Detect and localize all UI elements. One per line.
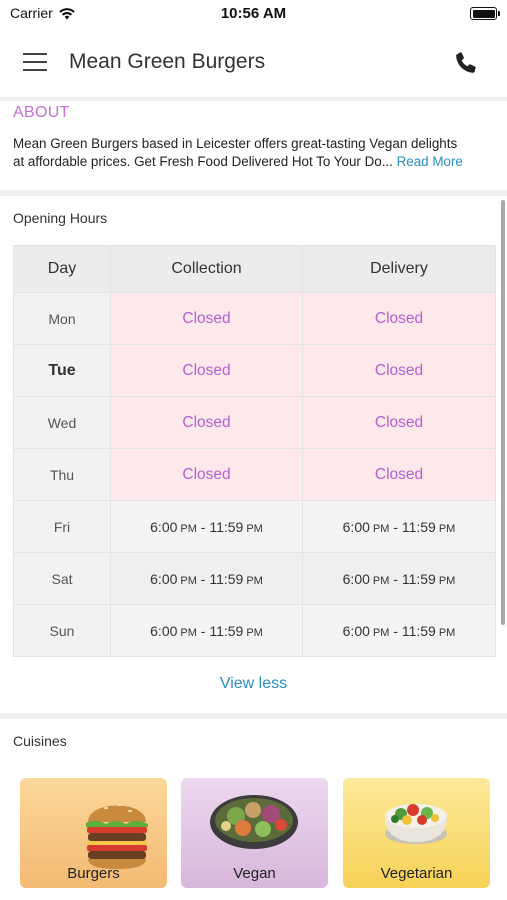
battery-icon (470, 7, 500, 20)
time-end-ampm: PM (438, 574, 456, 587)
table-row: Thu Closed Closed (13, 448, 496, 501)
collection-hours-cell: 6:00 PM - 11:59 PM (110, 552, 303, 605)
table-row: Fri 6:00 PM - 11:59 PM 6:00 PM - 11:59 PM (13, 500, 496, 553)
cuisine-label-vegetarian: Vegetarian (380, 865, 453, 882)
time-separator: - (196, 622, 210, 639)
time-end-ampm: PM (438, 626, 456, 639)
time-start-ampm: PM (180, 574, 197, 587)
cuisine-card-burgers[interactable]: Burgers (20, 778, 167, 888)
time-separator: - (389, 622, 402, 639)
cuisine-label-burgers: Burgers (67, 865, 120, 882)
delivery-closed-cell: Closed (302, 448, 496, 501)
time-start-ampm: PM (180, 626, 197, 639)
cuisine-label-vegan: Vegan (233, 865, 276, 882)
time-separator: - (196, 518, 210, 535)
table-row: Sun 6:00 PM - 11:59 PM 6:00 PM - 11:59 PM (13, 604, 496, 657)
cuisine-card-vegetarian[interactable]: Vegetarian (343, 778, 490, 888)
app-header: Mean Green Burgers (0, 28, 507, 98)
time-start-ampm: PM (372, 626, 390, 639)
table-row: Sat 6:00 PM - 11:59 PM 6:00 PM - 11:59 PM (13, 552, 496, 605)
delivery-closed-cell: Closed (302, 396, 496, 449)
time-start: 6:00 (150, 570, 178, 587)
about-section: ABOUT Mean Green Burgers based in Leices… (0, 100, 507, 190)
delivery-hours-cell: 6:00 PM - 11:59 PM (302, 604, 496, 657)
time-end: 11:59 (401, 518, 436, 535)
status-time: 10:56 AM (220, 5, 287, 22)
collection-closed-cell: Closed (110, 396, 303, 449)
time-start: 6:00 (342, 622, 370, 639)
time-start: 6:00 (342, 570, 370, 587)
time-end: 11:59 (209, 518, 244, 535)
hamburger-menu-icon[interactable] (23, 53, 47, 71)
time-end: 11:59 (401, 570, 436, 587)
time-end: 11:59 (209, 570, 244, 587)
day-cell: Wed (13, 396, 111, 449)
about-description: Mean Green Burgers based in Leicester of… (13, 135, 497, 171)
view-less-link[interactable]: View less (0, 675, 507, 693)
delivery-closed-cell: Closed (302, 292, 496, 345)
time-separator: - (196, 570, 210, 587)
about-ellipsis: ... (381, 154, 393, 169)
day-cell: Tue (13, 344, 111, 397)
day-cell: Sat (13, 552, 111, 605)
about-heading: ABOUT (13, 104, 70, 121)
time-end-ampm: PM (438, 522, 456, 535)
read-more-link[interactable]: Read More (397, 154, 463, 169)
time-end: 11:59 (209, 622, 244, 639)
column-header-delivery: Delivery (302, 245, 496, 293)
hours-divider (0, 713, 507, 719)
delivery-closed-cell: Closed (302, 344, 496, 397)
collection-closed-cell: Closed (110, 344, 303, 397)
day-cell: Thu (13, 448, 111, 501)
day-cell: Sun (13, 604, 111, 657)
about-line-2-text: at affordable prices. Get Fresh Food Del… (13, 154, 382, 169)
collection-closed-cell: Closed (110, 292, 303, 345)
about-divider (0, 190, 507, 196)
time-start-ampm: PM (180, 522, 197, 535)
day-cell: Fri (13, 500, 111, 553)
day-cell: Mon (13, 292, 111, 345)
time-separator: - (389, 570, 402, 587)
table-row: Mon Closed Closed (13, 292, 496, 345)
opening-hours-table: Day Collection Delivery Mon Closed Closed T… (13, 245, 496, 657)
delivery-hours-cell: 6:00 PM - 11:59 PM (302, 552, 496, 605)
time-end-ampm: PM (246, 574, 263, 587)
table-row: Wed Closed Closed (13, 396, 496, 449)
time-end: 11:59 (401, 622, 436, 639)
time-start: 6:00 (150, 622, 178, 639)
collection-hours-cell: 6:00 PM - 11:59 PM (110, 500, 303, 553)
cuisine-card-vegan[interactable]: Vegan (181, 778, 328, 888)
page-title: Mean Green Burgers (69, 50, 266, 73)
status-bar: Carrier 10:56 AM (0, 0, 507, 28)
time-start: 6:00 (150, 518, 178, 535)
time-end-ampm: PM (246, 522, 263, 535)
collection-closed-cell: Closed (110, 448, 303, 501)
scrollbar[interactable] (501, 200, 505, 625)
cuisines-label: Cuisines (13, 733, 67, 749)
about-line-1: Mean Green Burgers based in Leicester of… (13, 136, 458, 151)
time-start: 6:00 (342, 518, 370, 535)
phone-icon[interactable] (453, 50, 479, 76)
time-start-ampm: PM (372, 574, 390, 587)
column-header-day: Day (13, 245, 111, 293)
about-line-2: at affordable prices. Get Fresh Food Del… (13, 153, 497, 171)
time-separator: - (389, 518, 402, 535)
delivery-hours-cell: 6:00 PM - 11:59 PM (302, 500, 496, 553)
time-end-ampm: PM (246, 626, 263, 639)
collection-hours-cell: 6:00 PM - 11:59 PM (110, 604, 303, 657)
table-header-row: Day Collection Delivery (13, 245, 496, 293)
opening-hours-label: Opening Hours (13, 210, 108, 226)
column-header-collection: Collection (110, 245, 303, 293)
table-row: Tue Closed Closed (13, 344, 496, 397)
time-start-ampm: PM (372, 522, 390, 535)
